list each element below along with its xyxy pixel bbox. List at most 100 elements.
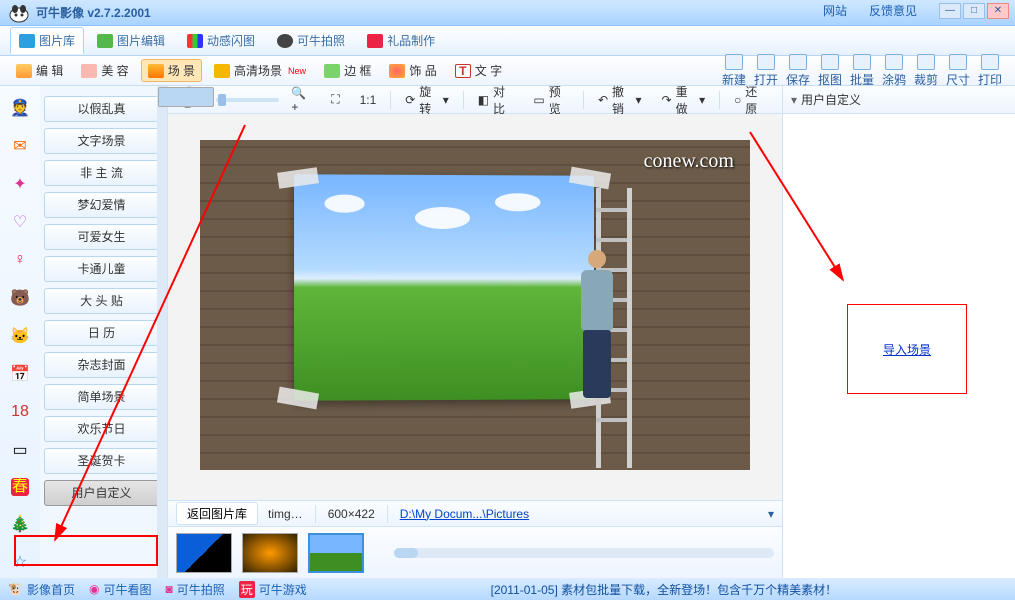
person-graphic [572,250,622,400]
tab-edit[interactable]: 图片编辑 [88,27,174,54]
sidebar-item-10[interactable]: 欢乐节日 [44,416,159,442]
status-viewer[interactable]: ◉可牛看图 [89,581,152,598]
status-message[interactable]: [2011-01-05] 素材包批量下载，全新登场！包含千万个精美素材！ [321,581,1007,598]
window-tabbar: 图片库 图片编辑 动感闪图 可牛拍照 礼品制作 [0,26,1015,56]
back-to-library-button[interactable]: 返回图片库 [176,502,258,525]
rtool-icon [917,54,935,70]
titlebar: 可牛影像 v2.7.2.2001 网站 反馈意见 — □ ✕ [0,0,1015,26]
zoom-fit-button[interactable]: ⛶ [323,90,347,109]
window-minimize-button[interactable]: — [939,3,961,19]
rtool-3[interactable]: 抠图 [815,54,845,88]
rtool-8[interactable]: 打印 [975,54,1005,88]
zoom-ratio[interactable]: 1:1 [352,91,385,109]
sidebar-item-5[interactable]: 卡通儿童 [44,256,159,282]
cat-edit[interactable]: 编 辑 [10,60,69,81]
sidebar: 👮 ✉ ✦ ♡ ♀ 🐻 🐱 📅 18 ▭ 春 🎄 ☆ 以假乱真文字场景非 主 流… [0,86,168,578]
sidebar-item-12[interactable]: 用户自定义 [44,480,159,506]
cat-hdscene[interactable]: 高清场景New [208,60,312,81]
right-pane-header[interactable]: ▾ 用户自定义 [783,86,1015,114]
sidebar-item-9[interactable]: 简单场景 [44,384,159,410]
thumbnail-3[interactable] [308,533,364,573]
rtool-6[interactable]: 裁剪 [911,54,941,88]
rotate-button[interactable]: ⟳ 旋转 ▾ [397,81,457,119]
right-pane: ▾ 用户自定义 导入场景 [783,86,1015,578]
rtool-5[interactable]: 涂鸦 [879,54,909,88]
festival-icon: 春 [11,478,29,496]
sidebar-item-6[interactable]: 大 头 贴 [44,288,159,314]
thumbnail-2[interactable] [242,533,298,573]
statusbar: 🐮影像首页 ◉可牛看图 ◙可牛拍照 玩可牛游戏 [2011-01-05] 素材包… [0,578,1015,600]
canvas-footbar: 返回图片库 timg… 600×422 D:\My Docum...\Pictu… [168,500,782,526]
rtool-7[interactable]: 尺寸 [943,54,973,88]
window-maximize-button[interactable]: □ [963,3,985,19]
restore-button[interactable]: ○ 还原 [726,81,774,119]
thumb-scrollbar[interactable] [394,548,774,558]
app-logo-icon [6,3,32,23]
scroll-thumb[interactable] [158,87,214,107]
tab-gif[interactable]: 动感闪图 [178,27,264,54]
file-dimensions: 600×422 [328,507,375,521]
sidebar-buttons: 以假乱真文字场景非 主 流梦幻爱情可爱女生卡通儿童大 头 贴日 历杂志封面简单场… [40,86,167,578]
edit-icon [97,34,113,48]
sidebar-scrollbar[interactable] [157,86,167,578]
cat-frame[interactable]: 边 框 [318,60,377,81]
sidebar-item-2[interactable]: 非 主 流 [44,160,159,186]
tab-library[interactable]: 图片库 [10,27,84,54]
sidebar-item-8[interactable]: 杂志封面 [44,352,159,378]
status-game[interactable]: 玩可牛游戏 [239,581,307,598]
rtool-icon [885,54,903,70]
thumbnail-strip [168,526,782,578]
file-path-link[interactable]: D:\My Docum...\Pictures [400,507,529,521]
sidebar-item-11[interactable]: 圣诞贺卡 [44,448,159,474]
import-scene-link[interactable]: 导入场景 [883,341,931,358]
magazine-icon: 18 [10,402,30,422]
rtool-2[interactable]: 保存 [783,54,813,88]
police-icon: 👮 [10,98,30,118]
tab-gift[interactable]: 礼品制作 [358,27,444,54]
rtool-4[interactable]: 批量 [847,54,877,88]
compare-button[interactable]: ◧ 对比 [470,81,522,119]
cat-scene[interactable]: 场 景 [141,59,202,82]
heart-icon: ♡ [10,212,30,232]
camera-small-icon: ◙ [165,582,172,596]
status-home[interactable]: 🐮影像首页 [8,581,75,598]
thumbnail-toggle-icon[interactable]: ▾ [768,507,774,521]
camera-icon [277,34,293,48]
style-icon: ✦ [10,174,30,194]
thumb-scroll-handle[interactable] [394,548,418,558]
link-website[interactable]: 网站 [823,2,847,19]
zoom-thumb[interactable] [218,94,226,106]
zoom-slider[interactable] [216,98,279,102]
window-close-button[interactable]: ✕ [987,3,1009,19]
cat-beauty[interactable]: 美 容 [75,60,134,81]
sidebar-item-0[interactable]: 以假乱真 [44,96,159,122]
link-feedback[interactable]: 反馈意见 [869,2,917,19]
cat-ornament[interactable]: 饰 品 [383,60,442,81]
star-icon: ☆ [10,552,30,572]
text-icon: T [455,64,471,78]
canvas-area: 🔍− 🔍+ ⛶ 1:1 ⟳ 旋转 ▾ ◧ 对比 ▭ 预览 ↶ 撤销 ▾ ↷ 重做… [168,86,783,578]
canvas-stage[interactable]: conew.com [168,114,782,500]
game-icon: 玩 [239,581,255,598]
frame-icon [324,64,340,78]
sidebar-item-4[interactable]: 可爱女生 [44,224,159,250]
sticker-icon: 🐱 [10,326,30,346]
cat-text[interactable]: T文 字 [449,60,508,81]
cow-icon: 🐮 [8,582,23,596]
tab-camera[interactable]: 可牛拍照 [268,27,354,54]
sidebar-item-7[interactable]: 日 历 [44,320,159,346]
rtool-icon [981,54,999,70]
rtool-icon [949,54,967,70]
redo-button[interactable]: ↷ 重做 ▾ [654,81,714,119]
preview-button[interactable]: ▭ 预览 [525,81,577,119]
right-pane-body: 导入场景 [783,114,1015,578]
sidebar-item-1[interactable]: 文字场景 [44,128,159,154]
zoom-in-button[interactable]: 🔍+ [283,84,319,116]
thumbnail-1[interactable] [176,533,232,573]
eye-icon: ◉ [89,582,99,596]
sidebar-item-3[interactable]: 梦幻爱情 [44,192,159,218]
status-camera[interactable]: ◙可牛拍照 [165,581,224,598]
dropdown-icon: ▾ [791,93,797,107]
undo-button[interactable]: ↶ 撤销 ▾ [590,81,650,119]
watermark: conew.com [644,150,734,173]
